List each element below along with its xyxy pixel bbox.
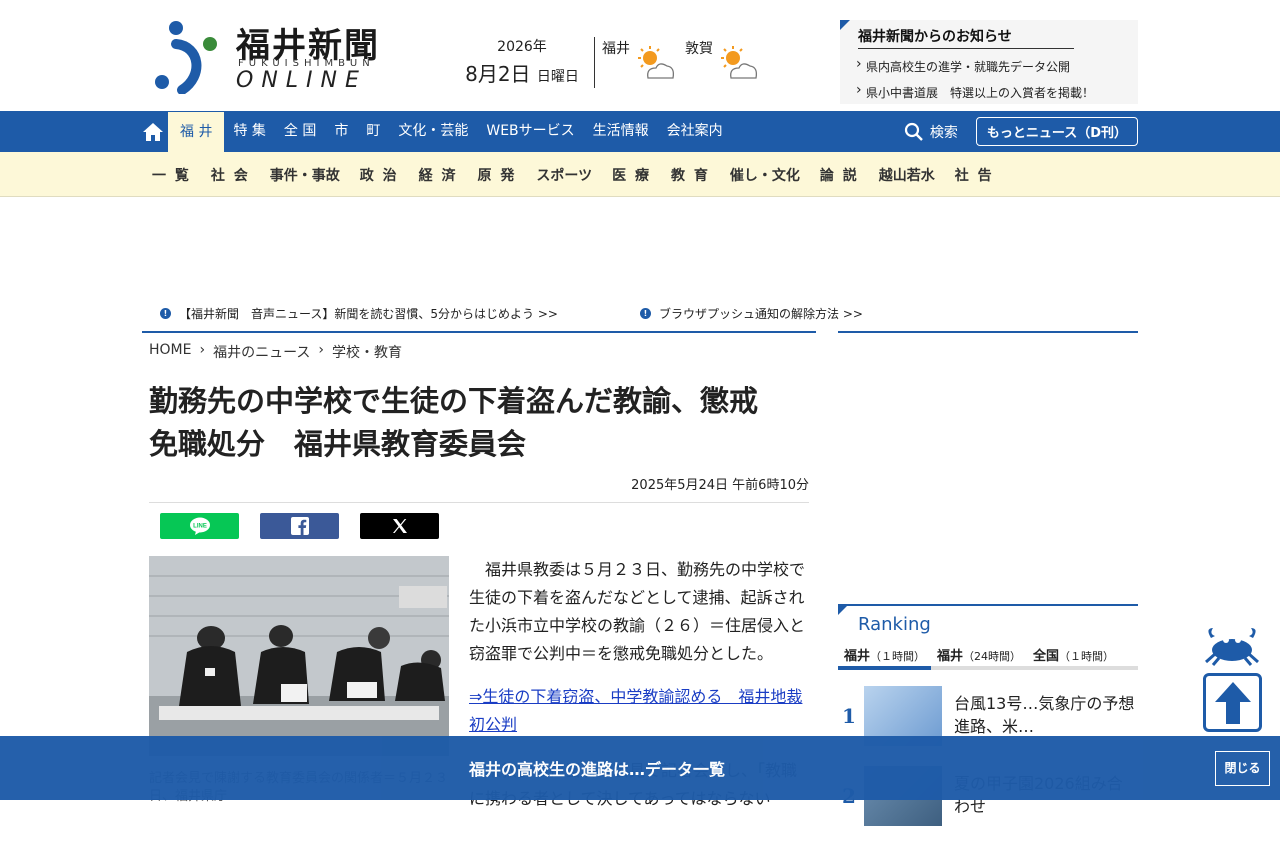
tab-label: 全国 xyxy=(1033,649,1060,664)
scroll-top-button[interactable] xyxy=(1203,673,1262,732)
nav-item-shi[interactable]: 市 xyxy=(325,111,357,152)
share-x-button[interactable] xyxy=(360,513,439,539)
arrow-up-icon xyxy=(1214,681,1251,724)
date-main: 8月2日 日曜日 xyxy=(462,58,582,87)
divider xyxy=(838,604,1138,606)
site-logo[interactable]: 福井新聞 FUKUISHIMBUN ONLINE xyxy=(150,18,400,94)
divider xyxy=(838,331,1138,333)
divider xyxy=(149,502,809,503)
subnav-item[interactable]: 催し・文化 xyxy=(730,165,800,185)
subnav-item[interactable]: 政 治 xyxy=(360,165,399,185)
home-icon[interactable] xyxy=(142,111,168,152)
corner-mark xyxy=(838,606,847,615)
breadcrumb: HOME › 福井のニュース › 学校・教育 xyxy=(149,342,402,362)
chevron-right-icon: › xyxy=(199,342,206,358)
close-button[interactable]: 閉じる xyxy=(1215,751,1270,786)
sun-cloud-icon xyxy=(721,46,758,79)
corner-mark xyxy=(840,20,850,30)
tab-sub: （１時間） xyxy=(1059,650,1115,663)
divider xyxy=(142,331,816,333)
ranking-tabs: 福井（１時間） 福井（24時間） 全国（１時間） xyxy=(838,642,1138,670)
tab-label: 福井 xyxy=(844,649,871,664)
subnav-item[interactable]: 原 発 xyxy=(478,165,517,185)
tab-label: 福井 xyxy=(937,649,964,664)
title-line: 勤務先の中学校で生徒の下着盗んだ教諭、懲戒 xyxy=(149,384,759,418)
breadcrumb-news[interactable]: 福井のニュース xyxy=(213,342,310,362)
nav-item-life[interactable]: 生活情報 xyxy=(584,111,658,152)
press-conference-image xyxy=(149,556,449,756)
search-button[interactable]: 検索 xyxy=(904,122,958,142)
ranking-title: Ranking xyxy=(858,614,931,635)
nav-item-fukui[interactable]: 福 井 xyxy=(168,112,225,152)
sun-cloud-icon xyxy=(638,46,675,79)
notice-item[interactable]: 県小中書道展 特選以上の入賞者を掲載！ xyxy=(856,82,1138,101)
line-icon: LINE xyxy=(189,517,210,535)
info-icon: ! xyxy=(160,308,171,319)
subnav-item[interactable]: 事件・事故 xyxy=(270,165,340,185)
logo-online: ONLINE xyxy=(236,68,367,93)
announcement-text: ブラウザプッシュ通知の解除方法 >> xyxy=(659,307,863,321)
tab-fukui-1h[interactable]: 福井（１時間） xyxy=(838,642,932,670)
svg-text:LINE: LINE xyxy=(193,524,207,530)
notice-title: 福井新聞からのお知らせ xyxy=(858,26,1074,49)
article-photo[interactable] xyxy=(149,556,449,756)
nav-item-machi[interactable]: 町 xyxy=(357,111,389,152)
subnav-item[interactable]: 社 告 xyxy=(955,165,994,185)
publish-date: 2025年5月24日 午前6時10分 xyxy=(631,478,809,493)
sub-nav: 一 覧 社 会 事件・事故 政 治 経 済 原 発 スポーツ 医 療 教 育 催… xyxy=(0,152,1280,197)
subnav-item[interactable]: 一 覧 xyxy=(152,165,191,185)
notice-item[interactable]: 県内高校生の進学・就職先データ公開 xyxy=(856,56,1138,75)
breadcrumb-category[interactable]: 学校・教育 xyxy=(332,342,402,362)
ranking-number: 1 xyxy=(842,704,856,728)
subnav-item[interactable]: 経 済 xyxy=(419,165,458,185)
subnav-item[interactable]: 社 会 xyxy=(211,165,250,185)
subnav-item[interactable]: スポーツ xyxy=(536,165,592,185)
announcement-text: 【福井新聞 音声ニュース】新聞を読む習慣、5分からはじめよう >> xyxy=(179,307,558,321)
search-icon xyxy=(904,122,923,141)
x-icon xyxy=(392,519,407,533)
tab-zenkoku-1h[interactable]: 全国（１時間） xyxy=(1027,642,1120,666)
breadcrumb-home[interactable]: HOME xyxy=(149,342,191,362)
crab-icon[interactable] xyxy=(1203,626,1261,666)
date-year: 2026年 xyxy=(497,39,547,55)
share-facebook-button[interactable] xyxy=(260,513,339,539)
notice-box: 福井新聞からのお知らせ 県内高校生の進学・就職先データ公開 県小中書道展 特選以… xyxy=(840,20,1138,104)
more-news-button[interactable]: もっとニュース（D刊） xyxy=(975,117,1138,146)
date-day: 8月2日 xyxy=(465,62,531,86)
subnav-item[interactable]: 医 療 xyxy=(612,165,651,185)
nav-item-tokushu[interactable]: 特 集 xyxy=(224,111,274,152)
tab-sub: （24時間） xyxy=(963,650,1022,663)
main-nav: 福 井 特 集 全 国 市 町 文化・芸能 WEBサービス 生活情報 会社案内 … xyxy=(0,111,1280,152)
bottom-banner-link[interactable]: 福井の高校生の進路は…データ一覧 xyxy=(469,756,725,780)
logo-mark-icon xyxy=(155,21,217,94)
tab-sub: （１時間） xyxy=(870,650,926,663)
nav-item-web-service[interactable]: WEBサービス xyxy=(477,111,583,152)
announcement-link[interactable]: ! 【福井新聞 音声ニュース】新聞を読む習慣、5分からはじめよう >> xyxy=(160,305,558,322)
article-body: 福井県教委は５月２３日、勤務先の中学校で生徒の下着を盗んだなどとして逮捕、起訴さ… xyxy=(469,560,806,663)
nav-item-company[interactable]: 会社案内 xyxy=(658,111,732,152)
subnav-item[interactable]: 越山若水 xyxy=(879,165,935,185)
related-article-link[interactable]: ⇒生徒の下着窃盗、中学教諭認める 福井地裁初公判 xyxy=(469,683,809,739)
site-header: 福井新聞 FUKUISHIMBUN ONLINE 2026年 8月2日 日曜日 … xyxy=(142,0,1138,111)
ranking-headline: 台風13号…気象庁の予想進路、米… xyxy=(954,694,1135,736)
chevron-right-icon: › xyxy=(318,342,325,358)
date-weekday: 日曜日 xyxy=(536,69,579,85)
date-display: 2026年 8月2日 日曜日 xyxy=(462,36,582,87)
nav-item-zenkoku[interactable]: 全 国 xyxy=(275,111,325,152)
bottom-banner: 福井の高校生の進路は…データ一覧 閉じる xyxy=(0,736,1280,800)
subnav-item[interactable]: 教 育 xyxy=(671,165,710,185)
nav-item-culture[interactable]: 文化・芸能 xyxy=(389,111,477,152)
tab-fukui-24h[interactable]: 福井（24時間） xyxy=(931,642,1027,666)
divider xyxy=(594,37,595,88)
facebook-icon xyxy=(290,517,309,535)
article-title: 勤務先の中学校で生徒の下着盗んだ教諭、懲戒 免職処分 福井県教育委員会 xyxy=(149,380,809,466)
weather-fukui[interactable]: 福井 xyxy=(602,38,682,88)
search-label: 検索 xyxy=(929,124,958,141)
share-line-button[interactable]: LINE xyxy=(160,513,239,539)
info-icon: ! xyxy=(640,308,651,319)
weather-tsuruga[interactable]: 敦賀 xyxy=(685,38,765,88)
subnav-item[interactable]: 論 説 xyxy=(820,165,859,185)
announcement-link[interactable]: ! ブラウザプッシュ通知の解除方法 >> xyxy=(640,305,863,322)
title-line: 免職処分 福井県教育委員会 xyxy=(149,427,527,461)
